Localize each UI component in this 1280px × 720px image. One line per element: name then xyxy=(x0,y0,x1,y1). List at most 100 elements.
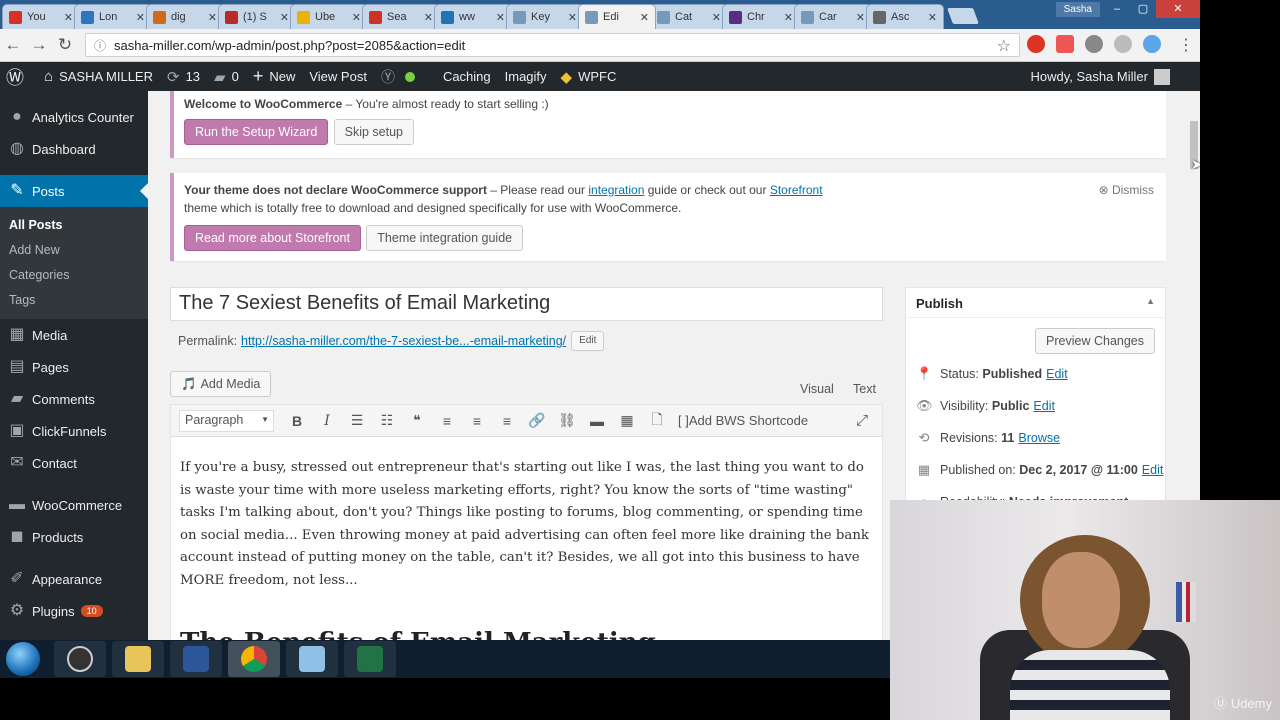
wpfc-link[interactable]: ◆ WPFC xyxy=(561,68,617,86)
close-tab-icon[interactable]: ✕ xyxy=(856,11,865,24)
close-tab-icon[interactable]: ✕ xyxy=(424,11,433,24)
submenu-all-posts[interactable]: All Posts xyxy=(0,213,148,238)
submenu-add-new[interactable]: Add New xyxy=(0,238,148,263)
sidebar-item-products[interactable]: ◼ Products xyxy=(0,521,148,553)
fullscreen-icon[interactable]: ⤢ xyxy=(856,412,868,429)
submenu-categories[interactable]: Categories xyxy=(0,263,148,288)
account-menu[interactable]: Howdy, Sasha Miller xyxy=(1030,62,1170,91)
tab-visual[interactable]: Visual xyxy=(800,382,834,396)
comments-link[interactable]: ▰ 0 xyxy=(214,68,239,86)
site-name-link[interactable]: ⌂ SASHA MILLER xyxy=(44,68,153,85)
post-title-input[interactable]: The 7 Sexiest Benefits of Email Marketin… xyxy=(170,287,883,321)
browser-tab[interactable]: Lon ✕ xyxy=(74,4,152,29)
close-tab-icon[interactable]: ✕ xyxy=(136,11,145,24)
close-tab-icon[interactable]: ✕ xyxy=(784,11,793,24)
browser-tab[interactable]: Cat ✕ xyxy=(650,4,728,29)
published-edit-link[interactable]: Edit xyxy=(1142,463,1164,477)
sidebar-item-appearance[interactable]: ✐ Appearance xyxy=(0,563,148,595)
align-right-icon[interactable]: ≡ xyxy=(492,413,522,429)
sidebar-item-contact[interactable]: ✉ Contact xyxy=(0,447,148,479)
bws-shortcode-button[interactable]: [ ]Add BWS Shortcode xyxy=(678,413,808,428)
format-select[interactable]: Paragraph xyxy=(179,409,274,432)
browser-tab[interactable]: Asc ✕ xyxy=(866,4,944,29)
align-left-icon[interactable]: ≡ xyxy=(432,413,462,429)
permalink-edit-button[interactable]: Edit xyxy=(571,331,605,351)
document-icon[interactable]: 🗋 xyxy=(642,409,672,433)
dismiss-button[interactable]: ⊗ Dismiss xyxy=(1099,183,1154,197)
read-more-icon[interactable]: ▬ xyxy=(582,413,612,429)
integration-link[interactable]: integration xyxy=(588,183,644,197)
browse-revisions-link[interactable]: Browse xyxy=(1018,431,1060,445)
publish-box-header[interactable]: Publish ▲ xyxy=(906,288,1165,318)
profile-badge[interactable]: Sasha xyxy=(1055,1,1100,17)
numbered-list-icon[interactable]: ☷ xyxy=(372,412,402,429)
extension-icon[interactable] xyxy=(1143,35,1161,53)
sidebar-item-woocommerce[interactable]: ▬ WooCommerce xyxy=(0,489,148,521)
align-center-icon[interactable]: ≡ xyxy=(462,413,492,429)
sidebar-item-comments[interactable]: ▰ Comments xyxy=(0,383,148,415)
browser-tab[interactable]: Ube ✕ xyxy=(290,4,368,29)
forward-arrow-icon[interactable]: → xyxy=(26,35,52,55)
browser-tab[interactable]: Key ✕ xyxy=(506,4,584,29)
browser-tab[interactable]: ww ✕ xyxy=(434,4,512,29)
read-more-storefront-button[interactable]: Read more about Storefront xyxy=(184,225,361,251)
imagify-link[interactable]: Imagify xyxy=(505,69,547,84)
back-arrow-icon[interactable]: ← xyxy=(0,35,26,55)
storefront-link[interactable]: Storefront xyxy=(770,183,823,197)
minimize-icon[interactable]: – xyxy=(1104,0,1130,18)
wordpress-logo-icon[interactable]: Ⓦ xyxy=(6,64,30,90)
close-tab-icon[interactable]: ✕ xyxy=(712,11,721,24)
taskbar-chrome[interactable] xyxy=(228,641,280,677)
add-media-button[interactable]: 🎵 Add Media xyxy=(170,371,272,397)
updates-link[interactable]: ⟳ 13 xyxy=(167,68,200,86)
close-tab-icon[interactable]: ✕ xyxy=(640,11,649,24)
tab-text[interactable]: Text xyxy=(853,382,876,396)
status-edit-link[interactable]: Edit xyxy=(1046,367,1068,381)
close-tab-icon[interactable]: ✕ xyxy=(928,11,937,24)
bold-icon[interactable]: B xyxy=(282,413,312,429)
close-tab-icon[interactable]: ✕ xyxy=(352,11,361,24)
unlink-icon[interactable]: ⛓ xyxy=(552,412,582,429)
taskbar-notepad[interactable] xyxy=(286,641,338,677)
close-tab-icon[interactable]: ✕ xyxy=(64,11,73,24)
browser-tab[interactable]: Sea ✕ xyxy=(362,4,440,29)
close-tab-icon[interactable]: ✕ xyxy=(280,11,289,24)
permalink-link[interactable]: http://sasha-miller.com/the-7-sexiest-be… xyxy=(241,334,566,348)
new-tab-button[interactable] xyxy=(947,8,979,24)
adblock-icon[interactable] xyxy=(1027,35,1045,53)
link-icon[interactable]: 🔗 xyxy=(522,412,552,429)
yoast-icon[interactable]: Ⓨ xyxy=(381,67,415,87)
new-content-link[interactable]: + New xyxy=(253,66,296,87)
taskbar-excel[interactable] xyxy=(344,641,396,677)
preview-changes-button[interactable]: Preview Changes xyxy=(1035,328,1155,354)
view-post-link[interactable]: View Post xyxy=(309,69,367,84)
sidebar-item-media[interactable]: ▦ Media xyxy=(0,319,148,351)
browser-tab[interactable]: You ✕ xyxy=(2,4,80,29)
caching-link[interactable]: Caching xyxy=(443,69,491,84)
sidebar-item-clickfunnels[interactable]: ▣ ClickFunnels xyxy=(0,415,148,447)
taskbar-obs[interactable] xyxy=(54,641,106,677)
visibility-edit-link[interactable]: Edit xyxy=(1033,399,1055,413)
blockquote-icon[interactable]: ❝ xyxy=(402,412,432,429)
browser-tab[interactable]: dig ✕ xyxy=(146,4,224,29)
italic-icon[interactable]: I xyxy=(312,413,342,429)
sidebar-item-dashboard[interactable]: ◍ Dashboard xyxy=(0,133,148,165)
collapse-arrow-icon[interactable]: ▲ xyxy=(1146,296,1155,306)
sidebar-item-pages[interactable]: ▤ Pages xyxy=(0,351,148,383)
menu-dots-icon[interactable]: ⋮ xyxy=(1178,35,1194,55)
browser-tab[interactable]: Chr ✕ xyxy=(722,4,800,29)
close-tab-icon[interactable]: ✕ xyxy=(568,11,577,24)
reload-icon[interactable]: ↻ xyxy=(52,35,78,55)
post-body-heading[interactable]: The Benefits of Email Marketing xyxy=(171,612,882,640)
extension-icon[interactable] xyxy=(1114,35,1132,53)
browser-tab[interactable]: (1) S ✕ xyxy=(218,4,296,29)
sidebar-item-analytics-counter[interactable]: ● Analytics Counter xyxy=(0,101,148,133)
browser-tab[interactable]: Edi ✕ xyxy=(578,4,656,29)
browser-tab[interactable]: Car ✕ xyxy=(794,4,872,29)
sidebar-item-plugins[interactable]: ⚙ Plugins 10 xyxy=(0,595,148,627)
extension-icon[interactable] xyxy=(1085,35,1103,53)
run-setup-wizard-button[interactable]: Run the Setup Wizard xyxy=(184,119,329,145)
taskbar-word[interactable] xyxy=(170,641,222,677)
close-tab-icon[interactable]: ✕ xyxy=(208,11,217,24)
theme-integration-guide-button[interactable]: Theme integration guide xyxy=(366,225,524,251)
